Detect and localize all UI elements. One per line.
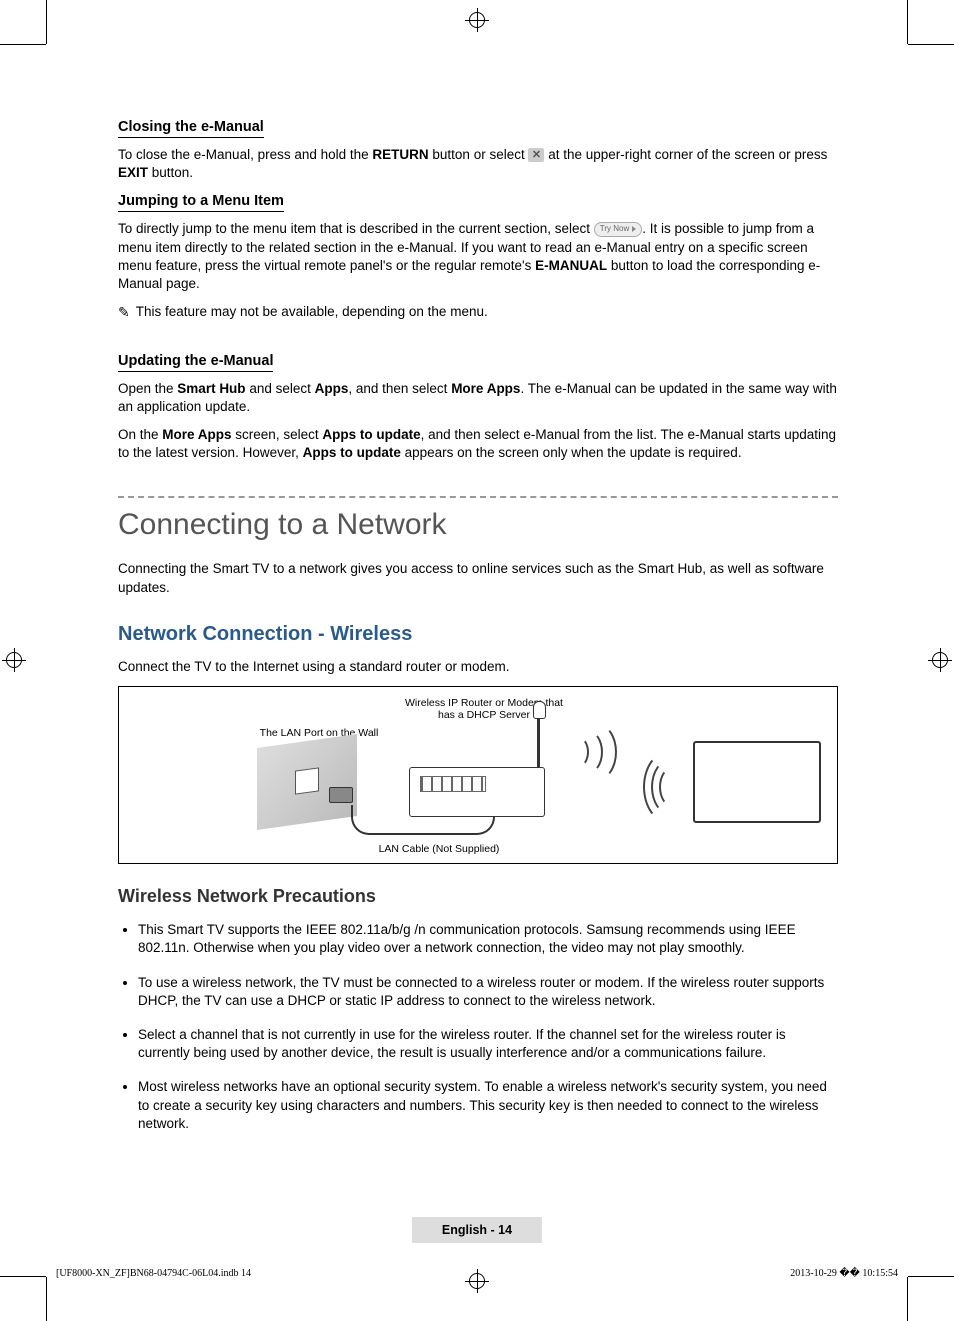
- section-title-closing: Closing the e-Manual: [118, 119, 264, 138]
- close-icon: ✕: [528, 148, 544, 162]
- crop-mark: [908, 1276, 954, 1277]
- heading-wireless: Network Connection - Wireless: [118, 623, 838, 646]
- jumping-paragraph: To directly jump to the menu item that i…: [118, 220, 838, 293]
- crop-mark: [0, 44, 46, 45]
- section-title-updating: Updating the e-Manual: [118, 353, 273, 372]
- heading-connecting-network: Connecting to a Network: [118, 508, 838, 542]
- tv-icon: [693, 741, 821, 823]
- smarthub-label: Smart Hub: [177, 381, 245, 396]
- wall-port-icon: [257, 734, 357, 830]
- more-apps-label: More Apps: [451, 381, 520, 396]
- note-row: ✎ This feature may not be available, dep…: [118, 303, 838, 321]
- apps-label: Apps: [315, 381, 349, 396]
- precautions-list: This Smart TV supports the IEEE 802.11a/…: [118, 921, 838, 1133]
- text: screen, select: [232, 427, 323, 442]
- print-info-right: 2013-10-29 �� 10:15:54: [790, 1268, 898, 1279]
- registration-mark-icon: [2, 648, 26, 672]
- closing-paragraph: To close the e-Manual, press and hold th…: [118, 146, 838, 182]
- text: appears on the screen only when the upda…: [401, 445, 742, 460]
- antenna-icon: [537, 711, 540, 767]
- registration-mark-icon: [928, 648, 952, 672]
- diagram-label-cable: LAN Cable (Not Supplied): [349, 843, 529, 855]
- text: , and then select: [348, 381, 451, 396]
- list-item: To use a wireless network, the TV must b…: [138, 974, 838, 1010]
- text: On the: [118, 427, 162, 442]
- return-label: RETURN: [372, 147, 428, 162]
- page-footer: English - 14: [412, 1217, 542, 1243]
- apps-to-update-label: Apps to update: [303, 445, 401, 460]
- wireless-diagram: Wireless IP Router or Modem that has a D…: [118, 686, 838, 864]
- text: at the upper-right corner of the screen …: [544, 147, 827, 162]
- crop-mark: [0, 1276, 46, 1277]
- more-apps-label: More Apps: [162, 427, 231, 442]
- registration-mark-icon: [465, 8, 489, 32]
- wireless-paragraph: Connect the TV to the Internet using a s…: [118, 658, 838, 676]
- try-now-icon: Try Now: [594, 222, 642, 237]
- exit-label: EXIT: [118, 165, 148, 180]
- list-item: This Smart TV supports the IEEE 802.11a/…: [138, 921, 838, 957]
- router-icon: [409, 767, 545, 817]
- updating-p1: Open the Smart Hub and select Apps, and …: [118, 380, 838, 416]
- plug-icon: [329, 787, 353, 803]
- section-title-jumping: Jumping to a Menu Item: [118, 193, 284, 212]
- note-icon: ✎: [118, 303, 130, 321]
- text: Open the: [118, 381, 177, 396]
- diagram-label-wall: The LAN Port on the Wall: [249, 727, 389, 739]
- print-info-left: [UF8000-XN_ZF]BN68-04794C-06L04.indb 14: [56, 1268, 251, 1279]
- network-intro: Connecting the Smart TV to a network giv…: [118, 560, 838, 596]
- list-item: Select a channel that is not currently i…: [138, 1026, 838, 1062]
- emanual-label: E-MANUAL: [535, 258, 607, 273]
- page-content: Closing the e-Manual To close the e-Manu…: [118, 118, 838, 1149]
- text: button or select: [429, 147, 529, 162]
- section-divider: [118, 496, 838, 498]
- text: and select: [246, 381, 315, 396]
- note-text: This feature may not be available, depen…: [136, 303, 488, 321]
- crop-mark: [46, 1277, 47, 1321]
- crop-mark: [908, 44, 954, 45]
- lan-cable-icon: [351, 805, 417, 835]
- lan-cable-icon: [415, 817, 495, 835]
- text: To directly jump to the menu item that i…: [118, 221, 594, 236]
- crop-mark: [907, 0, 908, 44]
- text: To close the e-Manual, press and hold th…: [118, 147, 372, 162]
- registration-mark-icon: [465, 1269, 489, 1293]
- apps-to-update-label: Apps to update: [322, 427, 420, 442]
- heading-precautions: Wireless Network Precautions: [118, 886, 838, 907]
- list-item: Most wireless networks have an optional …: [138, 1078, 838, 1133]
- updating-p2: On the More Apps screen, select Apps to …: [118, 426, 838, 462]
- crop-mark: [907, 1277, 908, 1321]
- text: button.: [148, 165, 193, 180]
- crop-mark: [46, 0, 47, 44]
